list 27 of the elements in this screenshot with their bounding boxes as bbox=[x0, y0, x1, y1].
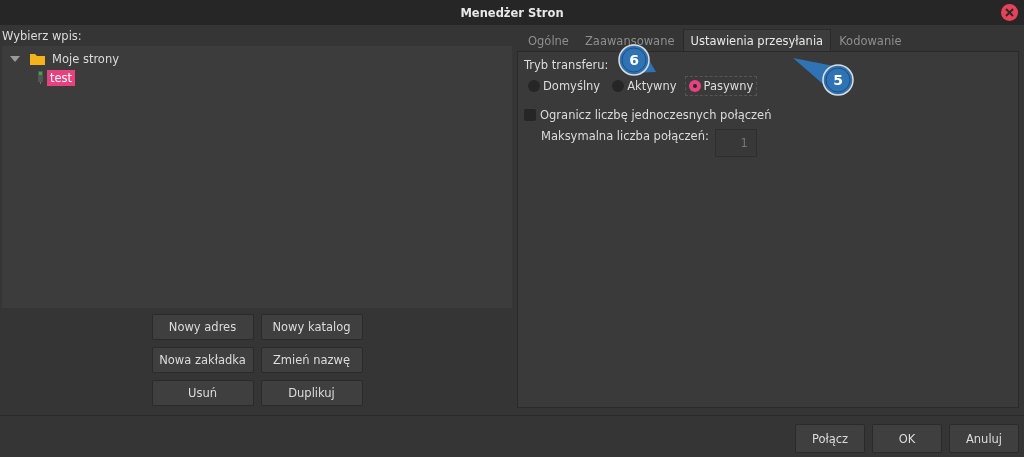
radio-option[interactable]: Aktywny bbox=[608, 76, 681, 96]
folder-icon bbox=[30, 52, 45, 65]
radio-option[interactable]: Domyślny bbox=[524, 76, 605, 96]
entry-button[interactable]: Zmień nazwę bbox=[260, 347, 363, 373]
max-connections-label: Maksymalna liczba połączeń: bbox=[541, 129, 709, 143]
limit-checkbox[interactable]: Ogranicz liczbę jednoczesnych połączeń bbox=[524, 108, 1012, 122]
close-button[interactable] bbox=[1001, 4, 1018, 21]
tab[interactable]: Ogólne bbox=[520, 29, 577, 51]
transfer-mode-label: Tryb transferu: bbox=[524, 58, 609, 72]
tab[interactable]: Ustawienia przesyłania bbox=[682, 29, 832, 51]
tab[interactable]: Kodowanie bbox=[831, 29, 910, 51]
dialog-button[interactable]: Połącz bbox=[795, 424, 865, 453]
close-icon bbox=[1005, 8, 1014, 17]
entry-button[interactable]: Nowy katalog bbox=[260, 314, 363, 340]
dialog-button[interactable]: Anuluj bbox=[949, 424, 1019, 453]
tree-item[interactable]: test bbox=[47, 69, 76, 86]
server-icon bbox=[38, 71, 43, 84]
tree-item[interactable]: Moje strony bbox=[49, 50, 122, 67]
entry-button[interactable]: Duplikuj bbox=[260, 380, 363, 406]
entry-button[interactable]: Nowa zakładka bbox=[151, 347, 254, 373]
entries-label: Wybierz wpis: bbox=[2, 29, 82, 43]
dialog-button[interactable]: OK bbox=[872, 424, 942, 453]
expand-arrow-icon[interactable] bbox=[10, 53, 20, 64]
entry-button[interactable]: Nowy adres bbox=[151, 314, 254, 340]
radio-option[interactable]: Pasywny bbox=[684, 76, 758, 96]
window-title: Menedżer Stron bbox=[460, 5, 564, 20]
entry-button[interactable]: Usuń bbox=[151, 380, 254, 406]
